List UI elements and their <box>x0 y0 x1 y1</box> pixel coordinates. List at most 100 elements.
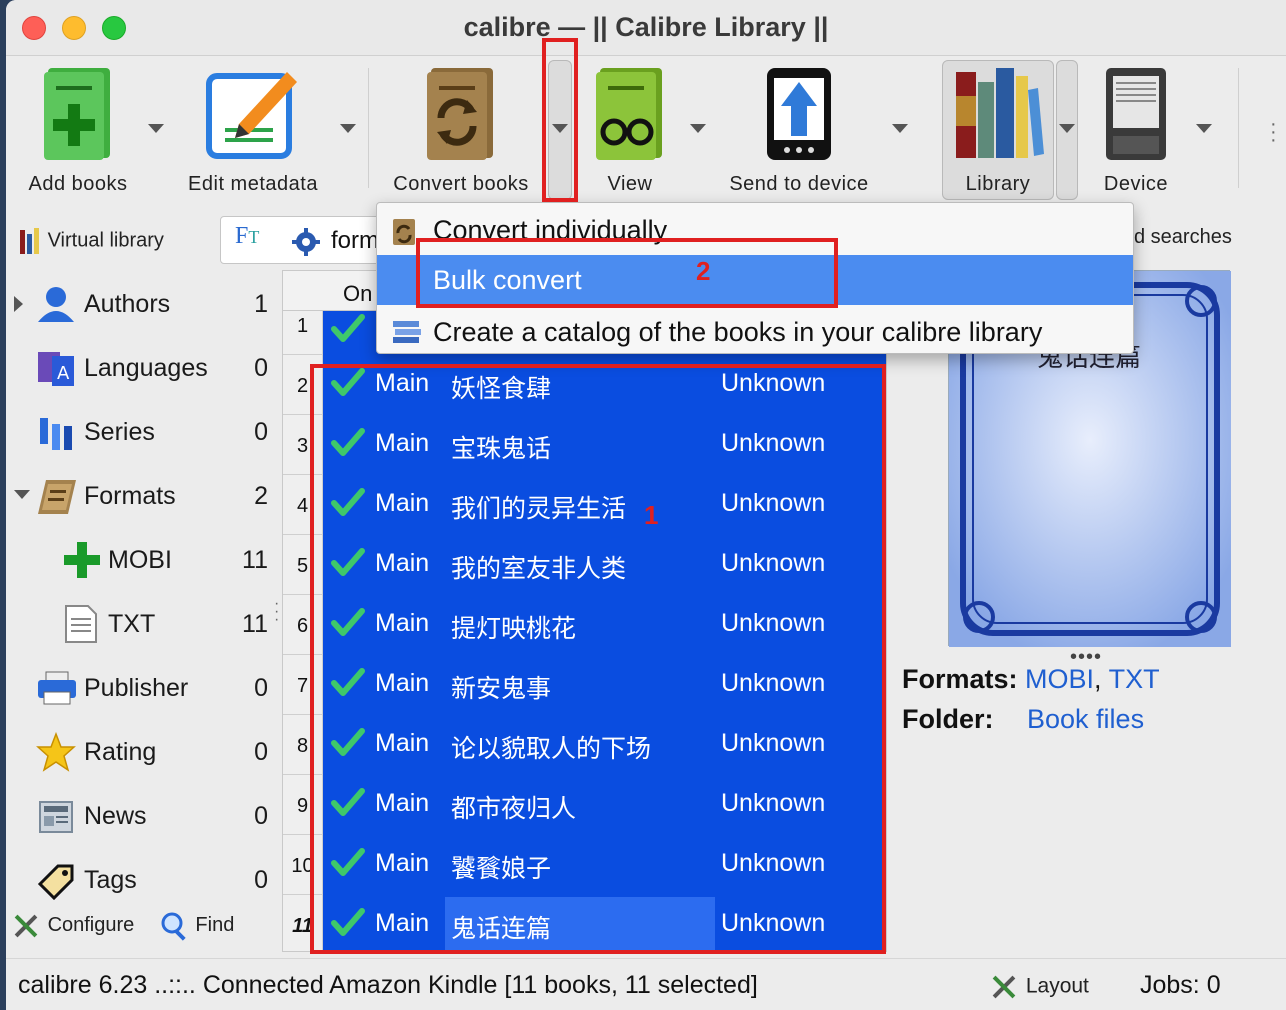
folder-label: Folder: <box>902 704 994 734</box>
tag-category-languages[interactable]: A Languages 0 <box>6 338 278 398</box>
plus-icon <box>64 542 100 578</box>
add-books-button[interactable]: Add books <box>16 66 140 196</box>
add-books-dropdown[interactable] <box>148 124 164 133</box>
convert-books-label: Convert books <box>393 173 529 195</box>
tag-item-label: MOBI <box>108 546 172 574</box>
folder-link[interactable]: Book files <box>1027 704 1144 734</box>
format-link-txt[interactable]: TXT <box>1109 664 1160 694</box>
checkmark-icon <box>331 314 365 342</box>
tag-category-label: News <box>84 802 147 830</box>
toolbar-overflow-icon[interactable]: · · · <box>1270 114 1277 150</box>
library-dropdown-arrow <box>1059 124 1075 133</box>
tag-category-series[interactable]: Series 0 <box>6 402 278 462</box>
layout-button[interactable]: Layout <box>988 971 1089 1003</box>
library-icon <box>956 68 1044 158</box>
convert-book-icon <box>393 219 415 245</box>
tag-category-count: 0 <box>254 738 268 766</box>
layout-label: Layout <box>1025 974 1089 998</box>
main-toolbar: Add books Edit metadata Convert books Vi… <box>6 56 1286 204</box>
tag-category-tags[interactable]: Tags 0 <box>6 850 278 910</box>
tag-category-count: 1 <box>254 290 268 318</box>
find-button[interactable]: Find <box>160 912 235 941</box>
status-text: calibre 6.23 ..::.. Connected Amazon Kin… <box>18 971 758 999</box>
format-link-mobi[interactable]: MOBI <box>1025 664 1094 694</box>
send-to-device-dropdown[interactable] <box>892 124 908 133</box>
window-title: calibre — || Calibre Library || <box>463 12 829 42</box>
annotation-box-bulk-convert <box>416 238 838 308</box>
tag-browser: Authors 1 A Languages 0 Series 0 Formats <box>6 270 279 960</box>
annotation-number-2: 2 <box>696 256 711 286</box>
title-bar: calibre — || Calibre Library || <box>6 0 1286 56</box>
tag-category-count: 2 <box>254 482 268 510</box>
annotation-number-1: 1 <box>644 500 659 530</box>
tag-category-label: Authors <box>84 290 171 318</box>
tag-category-count: 0 <box>254 674 268 702</box>
collapse-arrow-icon[interactable] <box>14 490 30 499</box>
kindle-device-icon <box>1106 68 1166 160</box>
tag-category-count: 0 <box>254 802 268 830</box>
star-icon <box>36 732 76 772</box>
tag-item-txt[interactable]: TXT 11 <box>6 594 278 654</box>
virtual-library-button[interactable]: Virtual library <box>18 226 164 256</box>
library-label: Library <box>965 173 1031 195</box>
tag-category-label: Formats <box>84 482 176 510</box>
annotation-box-selection <box>310 364 886 954</box>
edit-metadata-label: Edit metadata <box>188 173 318 195</box>
device-button[interactable]: Device <box>1094 66 1178 196</box>
view-button[interactable]: View <box>584 66 676 196</box>
saved-searches-button[interactable]: d searches <box>1134 226 1232 249</box>
formats-icon <box>38 480 76 514</box>
tag-icon <box>37 864 74 900</box>
add-book-icon <box>44 68 110 160</box>
tag-category-label: Languages <box>84 354 208 382</box>
series-icon <box>40 418 72 450</box>
row-number[interactable]: 1 <box>283 311 323 355</box>
tag-category-news[interactable]: News 0 <box>6 786 278 846</box>
search-query-text: form <box>331 227 379 254</box>
view-dropdown[interactable] <box>690 124 706 133</box>
tag-category-formats[interactable]: Formats 2 <box>6 466 278 526</box>
tag-category-count: 0 <box>254 354 268 382</box>
library-button[interactable]: Library <box>946 66 1050 196</box>
splitter-handle[interactable]: · · · <box>274 596 279 628</box>
tag-category-count: 0 <box>254 418 268 446</box>
virtual-library-label: Virtual library <box>47 229 164 252</box>
jobs-indicator[interactable]: Jobs: 0 <box>1140 971 1221 1000</box>
format-separator: , <box>1094 664 1102 694</box>
tag-category-authors[interactable]: Authors 1 <box>6 274 278 334</box>
device-label: Device <box>1103 173 1169 195</box>
toolbar-separator <box>368 68 369 188</box>
tag-item-mobi[interactable]: MOBI 11 <box>6 530 278 590</box>
tag-category-publisher[interactable]: Publisher 0 <box>6 658 278 718</box>
catalog-stack-icon <box>393 321 421 343</box>
authors-icon <box>38 287 74 322</box>
expand-arrow-icon[interactable] <box>14 296 23 312</box>
edit-metadata-icon <box>206 72 297 159</box>
annotation-box-dropdown <box>542 38 578 202</box>
toolbar-separator-end <box>1238 68 1239 188</box>
search-settings-gear-icon[interactable] <box>291 227 321 257</box>
tag-category-label: Tags <box>84 866 137 894</box>
menu-item-create-catalog[interactable]: Create a catalog of the books in your ca… <box>377 307 1133 357</box>
tag-category-rating[interactable]: Rating 0 <box>6 722 278 782</box>
edit-metadata-button[interactable]: Edit metadata <box>178 66 328 196</box>
calibre-window: calibre — || Calibre Library || Add book… <box>6 0 1286 1010</box>
find-label: Find <box>195 914 235 937</box>
tag-category-label: Series <box>84 418 155 446</box>
configure-button[interactable]: Configure <box>10 914 140 938</box>
edit-metadata-dropdown[interactable] <box>340 124 356 133</box>
convert-books-button[interactable]: Convert books <box>386 66 536 196</box>
view-label: View <box>607 173 653 195</box>
tag-browser-bottom-bar: Configure Find <box>10 910 234 942</box>
tag-category-count: 0 <box>254 866 268 894</box>
tag-item-count: 11 <box>242 546 268 574</box>
full-text-search-icon[interactable]: FT <box>235 223 259 250</box>
device-dropdown[interactable] <box>1196 124 1212 133</box>
column-header-on-device[interactable]: On <box>343 281 372 307</box>
virtual-library-icon <box>20 228 39 254</box>
send-to-device-button[interactable]: Send to device <box>724 66 874 196</box>
text-file-icon <box>65 605 97 643</box>
tag-category-label: Rating <box>84 738 157 766</box>
configure-label: Configure <box>47 914 135 937</box>
view-book-icon <box>596 68 662 160</box>
